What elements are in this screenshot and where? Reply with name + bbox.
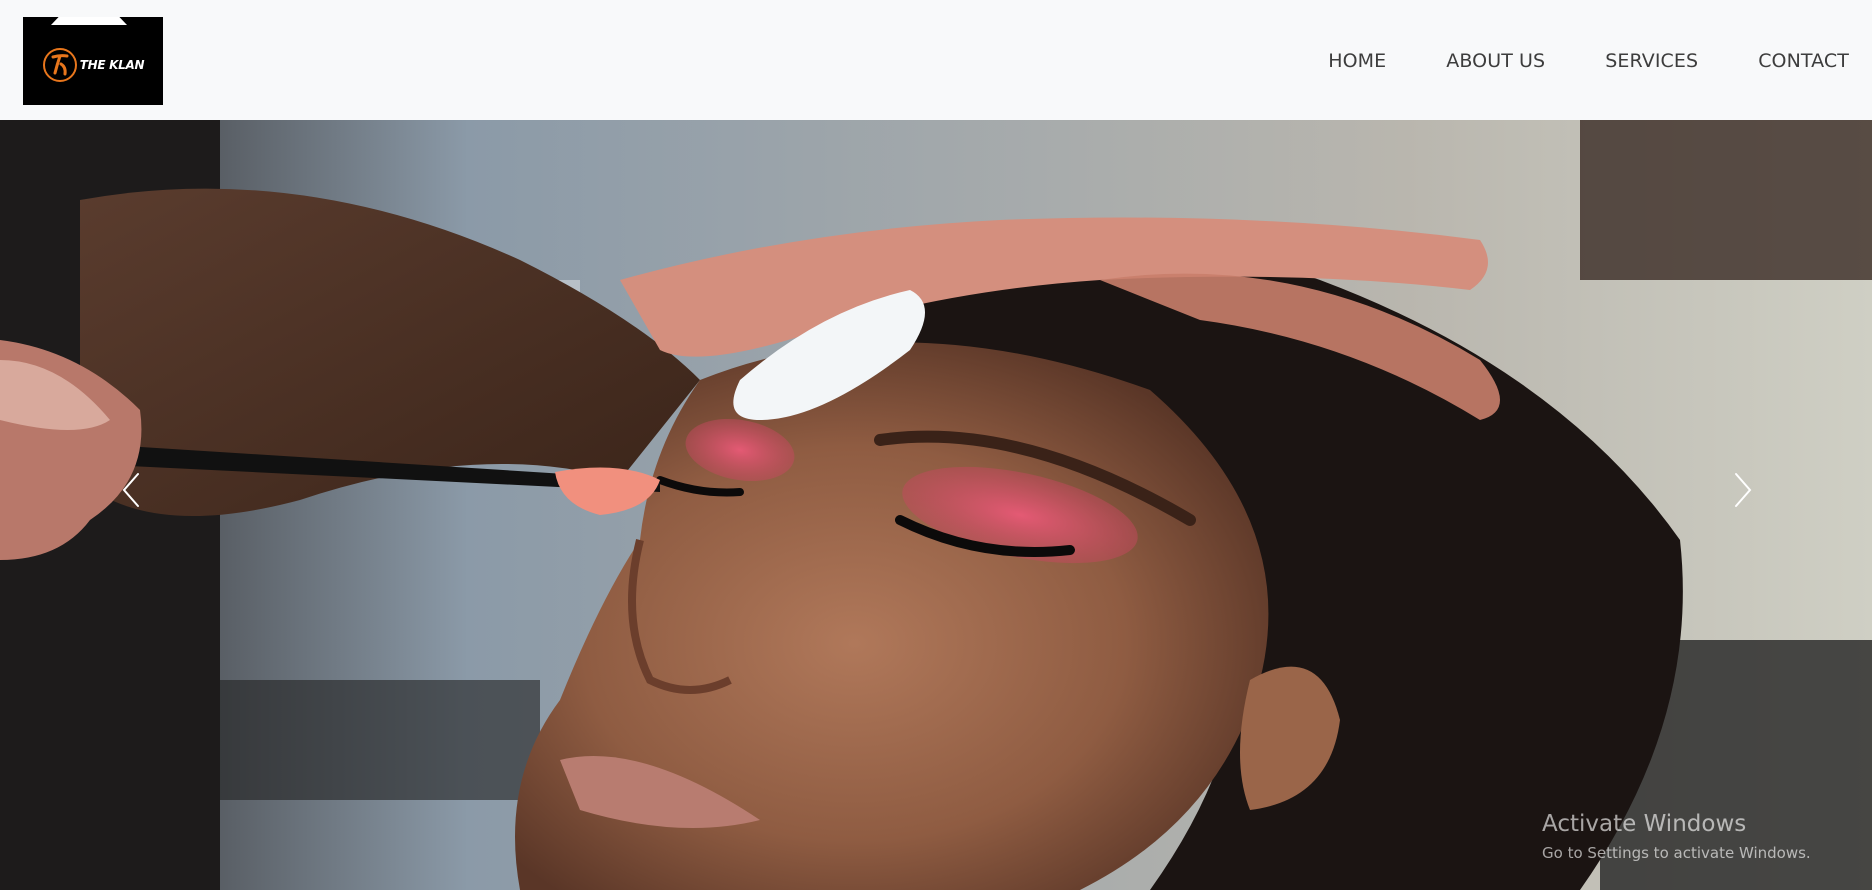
k-monogram-icon (42, 48, 77, 82)
brand-logo[interactable]: THE KLAN (23, 17, 163, 105)
activate-windows-watermark: Activate Windows Go to Settings to activ… (1542, 810, 1811, 864)
hero-carousel (0, 120, 1872, 890)
watermark-subtitle: Go to Settings to activate Windows. (1542, 844, 1811, 862)
chevron-right-icon (1735, 473, 1752, 507)
nav-about-us[interactable]: ABOUT US (1446, 44, 1545, 78)
nav-contact[interactable]: CONTACT (1758, 44, 1849, 78)
hero-image (0, 120, 1872, 890)
chevron-left-icon (122, 473, 139, 507)
main-nav: HOME ABOUT US SERVICES CONTACT (1328, 44, 1849, 78)
carousel-prev-button[interactable] (110, 460, 150, 520)
logo-mark: THE KLAN (42, 47, 145, 83)
nav-home[interactable]: HOME (1328, 44, 1386, 78)
logo-notch (51, 17, 127, 25)
site-header: THE KLAN HOME ABOUT US SERVICES CONTACT (0, 0, 1872, 120)
watermark-title: Activate Windows (1542, 811, 1747, 837)
carousel-next-button[interactable] (1724, 460, 1764, 520)
nav-services[interactable]: SERVICES (1605, 44, 1698, 78)
brand-name: THE KLAN (79, 58, 145, 72)
